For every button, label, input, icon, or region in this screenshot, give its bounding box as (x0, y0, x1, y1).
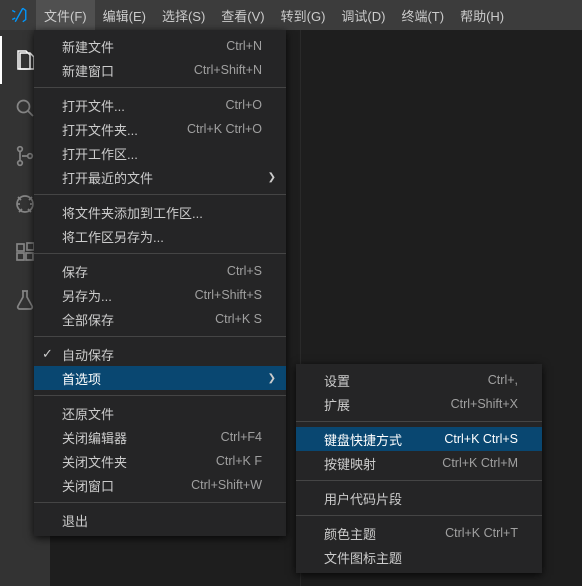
pref-menu-item[interactable]: 扩展Ctrl+Shift+X (296, 392, 542, 416)
file-menu-item[interactable]: 关闭文件夹Ctrl+K F (34, 449, 286, 473)
menubar: 文件(F)编辑(E)选择(S)查看(V)转到(G)调试(D)终端(T)帮助(H) (0, 0, 582, 30)
file-menu-item[interactable]: 还原文件 (34, 401, 286, 425)
menu-item-shortcut: Ctrl+Shift+N (194, 63, 262, 77)
file-menu-separator (34, 336, 286, 337)
menu-item-label: 还原文件 (62, 404, 262, 423)
file-menu-separator (34, 395, 286, 396)
menu-item-label: 打开最近的文件 (62, 168, 262, 187)
pref-menu-item[interactable]: 按键映射Ctrl+K Ctrl+M (296, 451, 542, 475)
menu-item-label: 退出 (62, 511, 262, 530)
menu-item-shortcut: Ctrl+K Ctrl+T (445, 526, 518, 540)
pref-menu-item[interactable]: 颜色主题Ctrl+K Ctrl+T (296, 521, 542, 545)
menu-item-shortcut: Ctrl+K Ctrl+O (187, 122, 262, 136)
pref-menu-separator (296, 480, 542, 481)
pref-menu-separator (296, 421, 542, 422)
menu-item-label: 将工作区另存为... (62, 227, 262, 246)
chevron-right-icon: ❯ (268, 373, 276, 384)
menu-item-shortcut: Ctrl+Shift+W (191, 478, 262, 492)
file-menu-item[interactable]: 新建文件Ctrl+N (34, 34, 286, 58)
menu-item-label: 新建窗口 (62, 61, 194, 80)
menu-item-shortcut: Ctrl+K F (216, 454, 262, 468)
file-menu-item[interactable]: 将文件夹添加到工作区... (34, 200, 286, 224)
menu-item-label: 关闭窗口 (62, 476, 191, 495)
app-icon (2, 6, 36, 24)
file-menu-item[interactable]: 另存为...Ctrl+Shift+S (34, 283, 286, 307)
file-menu-item[interactable]: 全部保存Ctrl+K S (34, 307, 286, 331)
menu-item-shortcut: Ctrl+S (227, 264, 262, 278)
menu-item-label: 按键映射 (324, 454, 442, 473)
pref-menu-item[interactable]: 设置Ctrl+, (296, 368, 542, 392)
menu-item-shortcut: Ctrl+K Ctrl+M (442, 456, 518, 470)
file-menu-item[interactable]: 打开最近的文件 ❯ (34, 165, 286, 189)
menu-item-label: 保存 (62, 262, 227, 281)
menu-item-label: 文件图标主题 (324, 548, 518, 567)
menu-item-label: 关闭编辑器 (62, 428, 221, 447)
menu-item-shortcut: Ctrl+Shift+S (195, 288, 262, 302)
menu-item-label: 首选项 (62, 369, 262, 388)
menu-item-label: 全部保存 (62, 310, 215, 329)
menu-top-6[interactable]: 终端(T) (393, 0, 452, 30)
menu-top-2[interactable]: 选择(S) (154, 0, 213, 30)
file-menu-item[interactable]: ✓ 自动保存 (34, 342, 286, 366)
menu-item-shortcut: Ctrl+F4 (221, 430, 262, 444)
file-menu-item[interactable]: 保存Ctrl+S (34, 259, 286, 283)
menu-top-1[interactable]: 编辑(E) (95, 0, 154, 30)
menu-item-label: 颜色主题 (324, 524, 445, 543)
menu-item-label: 关闭文件夹 (62, 452, 216, 471)
pref-menu-item[interactable]: 键盘快捷方式Ctrl+K Ctrl+S (296, 427, 542, 451)
menu-item-label: 新建文件 (62, 37, 226, 56)
menu-top-0[interactable]: 文件(F) (36, 0, 95, 30)
menu-item-label: 打开文件... (62, 96, 226, 115)
file-menu-item[interactable]: 打开文件...Ctrl+O (34, 93, 286, 117)
menu-item-label: 将文件夹添加到工作区... (62, 203, 262, 222)
file-menu-item[interactable]: 打开文件夹...Ctrl+K Ctrl+O (34, 117, 286, 141)
menu-top-3[interactable]: 查看(V) (213, 0, 272, 30)
menu-item-label: 键盘快捷方式 (324, 430, 444, 449)
file-menu-separator (34, 253, 286, 254)
menu-item-shortcut: Ctrl+K S (215, 312, 262, 326)
menu-item-shortcut: Ctrl+O (226, 98, 262, 112)
menu-item-shortcut: Ctrl+Shift+X (451, 397, 518, 411)
menu-top-5[interactable]: 调试(D) (333, 0, 393, 30)
file-menu-separator (34, 502, 286, 503)
chevron-right-icon: ❯ (268, 172, 276, 183)
menu-top-7[interactable]: 帮助(H) (452, 0, 512, 30)
file-menu-item[interactable]: 关闭窗口Ctrl+Shift+W (34, 473, 286, 497)
file-menu-item[interactable]: 首选项 ❯ (34, 366, 286, 390)
file-menu-item[interactable]: 新建窗口Ctrl+Shift+N (34, 58, 286, 82)
file-menu-separator (34, 194, 286, 195)
menu-item-label: 扩展 (324, 395, 451, 414)
menu-item-shortcut: Ctrl+N (226, 39, 262, 53)
menu-item-label: 打开文件夹... (62, 120, 187, 139)
file-menu-item[interactable]: 打开工作区... (34, 141, 286, 165)
pref-menu-item[interactable]: 文件图标主题 (296, 545, 542, 569)
file-menu-separator (34, 87, 286, 88)
preferences-submenu: 设置Ctrl+,扩展Ctrl+Shift+X键盘快捷方式Ctrl+K Ctrl+… (296, 364, 542, 573)
menu-item-shortcut: Ctrl+, (488, 373, 518, 387)
file-menu-item[interactable]: 退出 (34, 508, 286, 532)
check-icon: ✓ (42, 346, 53, 362)
menu-item-label: 另存为... (62, 286, 195, 305)
file-menu-item[interactable]: 关闭编辑器Ctrl+F4 (34, 425, 286, 449)
menu-item-label: 自动保存 (62, 345, 262, 364)
menu-item-shortcut: Ctrl+K Ctrl+S (444, 432, 518, 446)
menu-item-label: 设置 (324, 371, 488, 390)
menu-item-label: 打开工作区... (62, 144, 262, 163)
file-menu-item[interactable]: 将工作区另存为... (34, 224, 286, 248)
file-menu-dropdown: 新建文件Ctrl+N新建窗口Ctrl+Shift+N打开文件...Ctrl+O打… (34, 30, 286, 536)
pref-menu-separator (296, 515, 542, 516)
pref-menu-item[interactable]: 用户代码片段 (296, 486, 542, 510)
menu-top-4[interactable]: 转到(G) (273, 0, 334, 30)
menu-item-label: 用户代码片段 (324, 489, 518, 508)
